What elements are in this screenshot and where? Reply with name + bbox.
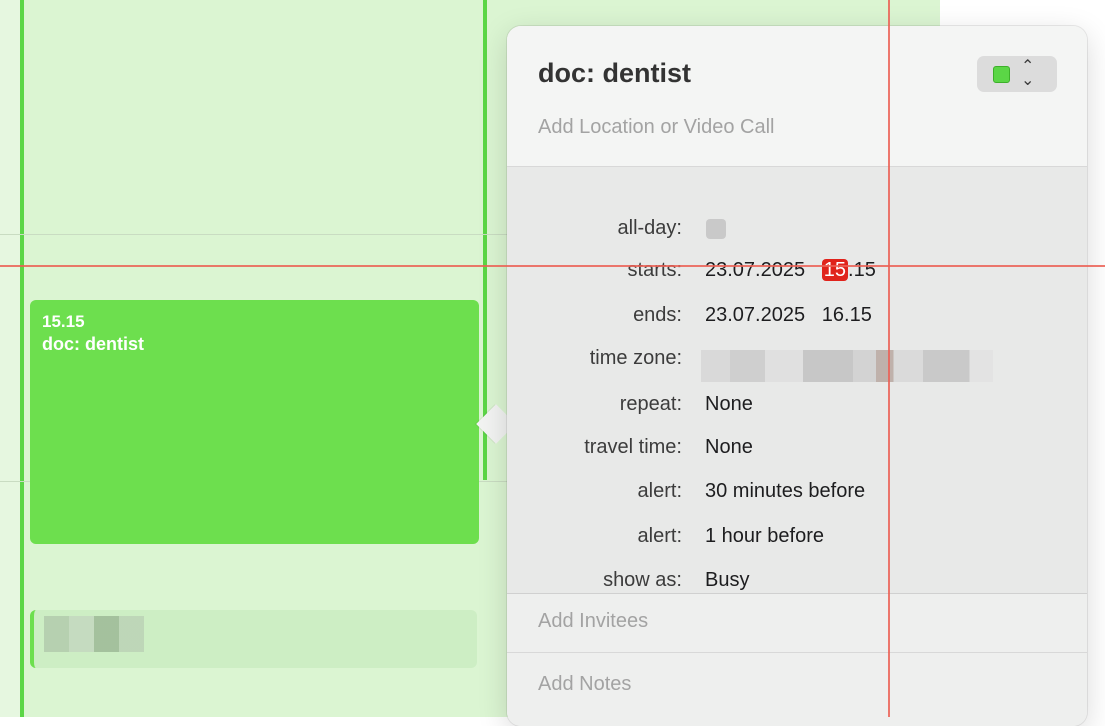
- time-zone-row: time zone:: [507, 347, 1087, 382]
- repeat-row: repeat: None: [507, 393, 1087, 423]
- alert-row: alert: 1 hour before: [507, 525, 1087, 555]
- repeat-value[interactable]: None: [705, 393, 753, 416]
- crosshair-vertical: [888, 0, 890, 717]
- notes-input[interactable]: Add Notes: [507, 653, 1087, 726]
- alert-row: alert: 30 minutes before: [507, 480, 1087, 510]
- starts-value[interactable]: 23.07.2025 15.15: [705, 259, 876, 282]
- repeat-label: repeat:: [619, 393, 682, 415]
- alert-value[interactable]: 1 hour before: [705, 525, 824, 548]
- all-day-checkbox[interactable]: [706, 219, 726, 239]
- ends-time[interactable]: 16.15: [822, 304, 872, 326]
- event-title: doc: dentist: [42, 334, 144, 354]
- travel-time-label: travel time:: [584, 436, 682, 458]
- current-day-divider: [20, 0, 24, 717]
- starts-hour-selected[interactable]: 15: [821, 259, 849, 281]
- calendar-event[interactable]: [30, 610, 477, 668]
- calendar-event-selected[interactable]: 15.15 doc: dentist: [30, 300, 479, 544]
- invitees-input[interactable]: Add Invitees: [507, 594, 1087, 653]
- chevron-up-down-icon: ⌃ ⌄: [1021, 58, 1035, 89]
- ends-label: ends:: [633, 304, 682, 326]
- ends-row: ends: 23.07.2025 16.15: [507, 304, 1087, 334]
- day-divider: [483, 0, 487, 480]
- invitees-placeholder: Add Invitees: [538, 610, 649, 632]
- alert-value[interactable]: 30 minutes before: [705, 480, 865, 503]
- time-zone-label: time zone:: [589, 347, 682, 369]
- alert-label: alert:: [637, 525, 682, 547]
- popover-header: doc: dentist Add Location or Video Call …: [507, 26, 1087, 167]
- ends-value[interactable]: 23.07.2025 16.15: [705, 304, 872, 327]
- event-title-field[interactable]: doc: dentist: [538, 58, 691, 89]
- starts-minutes[interactable]: .15: [848, 259, 876, 281]
- all-day-label: all-day:: [617, 217, 682, 239]
- event-details-section: all-day: starts: 23.07.2025 15.15 ends: …: [507, 167, 1087, 594]
- starts-date[interactable]: 23.07.2025: [705, 259, 805, 281]
- ends-date[interactable]: 23.07.2025: [705, 304, 805, 326]
- starts-row: starts: 23.07.2025 15.15: [507, 259, 1087, 289]
- starts-label: starts:: [627, 259, 682, 281]
- show-as-value[interactable]: Busy: [705, 569, 749, 592]
- event-time: 15.15: [42, 312, 85, 331]
- all-day-row: all-day:: [507, 217, 1087, 247]
- time-zone-value-redacted[interactable]: [701, 350, 993, 382]
- calendar-color-picker[interactable]: ⌃ ⌄: [977, 56, 1057, 92]
- redacted-event-title: [44, 616, 144, 652]
- time-gutter: [0, 0, 22, 717]
- crosshair-horizontal: [0, 265, 1105, 267]
- alert-label: alert:: [637, 480, 682, 502]
- travel-time-row: travel time: None: [507, 436, 1087, 466]
- location-input[interactable]: Add Location or Video Call: [538, 116, 774, 139]
- travel-time-value[interactable]: None: [705, 436, 753, 459]
- event-detail-popover: doc: dentist Add Location or Video Call …: [507, 26, 1087, 726]
- notes-placeholder: Add Notes: [538, 673, 632, 695]
- show-as-label: show as:: [603, 569, 682, 591]
- color-swatch: [993, 66, 1010, 83]
